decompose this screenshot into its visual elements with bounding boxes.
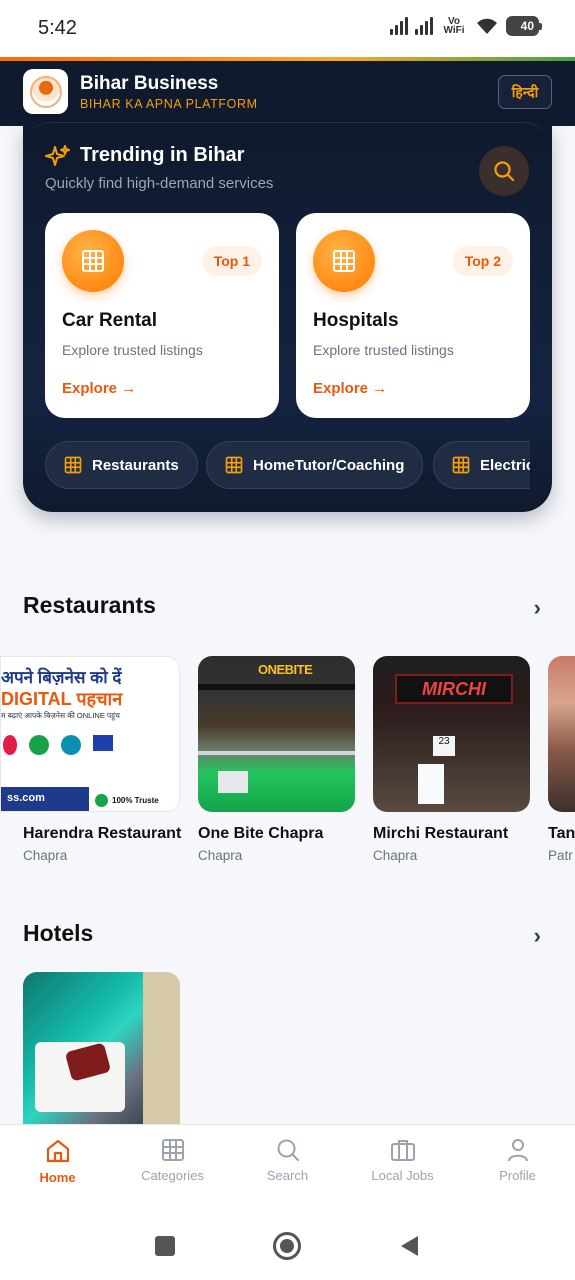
status-bar: 5:42 Vo WiFi 40 (0, 0, 575, 58)
trending-search-button[interactable] (479, 146, 529, 196)
explore-link[interactable]: Explore → (62, 380, 136, 397)
app-subtitle: BIHAR KA APNA PLATFORM (80, 97, 258, 111)
nav-home[interactable]: Home (0, 1125, 115, 1208)
battery-level: 40 (520, 19, 534, 33)
status-time: 5:42 (38, 17, 77, 39)
hotels-section-title: Hotels (23, 920, 94, 946)
restaurant-name: Harendra Restaurant (23, 825, 182, 842)
explore-link[interactable]: Explore → (313, 380, 387, 397)
trending-card-hospitals[interactable]: Top 2 Hospitals Explore trusted listings… (296, 213, 530, 418)
nav-label: Home (39, 1170, 76, 1185)
nav-profile[interactable]: Profile (460, 1125, 575, 1208)
restaurant-card[interactable]: अपने बिज़नेस को दें DIGITAL पहचान म बढ़ा… (0, 656, 182, 863)
grid-icon (452, 456, 470, 474)
battery-icon: 40 (506, 16, 542, 36)
recent-apps-icon[interactable] (155, 1236, 175, 1256)
trending-card-desc: Explore trusted listings (313, 342, 454, 358)
trending-card-desc: Explore trusted listings (62, 342, 203, 358)
promo-line-3: म बढ़ाएं आपके बिज़नेस की ONLINE पहुंच (1, 711, 120, 720)
promo-domain: ss.com (1, 787, 89, 811)
chip-electric[interactable]: Electric (433, 441, 530, 489)
bottom-nav: Home Categories Search Local Jobs Profil… (0, 1124, 575, 1208)
user-icon (507, 1139, 528, 1162)
app-header: Bihar Business BIHAR KA APNA PLATFORM हि… (0, 61, 575, 126)
promo-trust: 100% Truste (112, 796, 159, 805)
trending-panel: Trending in Bihar Quickly find high-dema… (23, 122, 552, 512)
sparkle-icon (45, 145, 70, 166)
grid-icon (225, 456, 243, 474)
restaurant-name: Tan (548, 825, 575, 842)
nav-categories[interactable]: Categories (115, 1125, 230, 1208)
rank-badge: Top 2 (452, 246, 513, 276)
restaurant-card[interactable]: Tan Patr (548, 656, 575, 863)
chip-hometutor[interactable]: HomeTutor/Coaching (206, 441, 424, 489)
restaurant-city: Patr (548, 848, 573, 863)
grid-icon (62, 230, 124, 292)
nav-label: Search (266, 1168, 309, 1183)
signal-icon (390, 17, 408, 35)
restaurant-card[interactable]: ONEBITE One Bite Chapra Chapra (198, 656, 355, 863)
restaurant-image-partial (548, 656, 575, 812)
promo-line-2: DIGITAL पहचान (1, 689, 123, 709)
grid-icon (161, 1139, 184, 1161)
nav-label: Profile (499, 1168, 536, 1183)
restaurant-city: Chapra (373, 848, 418, 863)
restaurant-card[interactable]: MIRCHI 23 Mirchi Restaurant Chapra (373, 656, 530, 863)
app-title: Bihar Business (80, 73, 219, 94)
trending-title: Trending in Bihar (80, 144, 245, 166)
rank-badge: Top 1 (201, 246, 262, 276)
nav-search[interactable]: Search (230, 1125, 345, 1208)
trending-card-name: Car Rental (62, 310, 158, 331)
system-navigation-bar (0, 1208, 575, 1280)
nav-label: Categories (141, 1168, 204, 1183)
hotel-card-image[interactable] (23, 972, 180, 1124)
trending-card-name: Hospitals (313, 310, 399, 331)
grid-icon (64, 456, 82, 474)
hotels-see-all-chevron[interactable]: › (534, 923, 541, 949)
restaurant-city: Chapra (23, 848, 68, 863)
restaurant-name: Mirchi Restaurant (373, 825, 509, 842)
trending-subtitle: Quickly find high-demand services (45, 175, 274, 192)
restaurant-city: Chapra (198, 848, 243, 863)
app-logo (23, 69, 68, 114)
chip-restaurants[interactable]: Restaurants (45, 441, 198, 489)
status-icons: Vo WiFi 40 (390, 16, 542, 36)
restaurants-see-all-chevron[interactable]: › (534, 595, 541, 621)
vowifi-label: Vo WiFi (443, 16, 465, 36)
restaurant-image-promo: अपने बिज़नेस को दें DIGITAL पहचान म बढ़ा… (0, 656, 180, 812)
grid-icon (313, 230, 375, 292)
back-icon[interactable] (398, 1234, 420, 1258)
home-system-icon[interactable] (273, 1232, 301, 1260)
chip-label: Restaurants (92, 456, 179, 474)
signal-icon-2 (415, 17, 433, 35)
search-icon (494, 161, 515, 182)
chip-label: Electric (480, 456, 530, 474)
nav-local-jobs[interactable]: Local Jobs (345, 1125, 460, 1208)
home-icon (46, 1139, 69, 1163)
promo-line-1: अपने बिज़नेस को दें (1, 668, 122, 687)
restaurant-name: One Bite Chapra (198, 825, 324, 842)
briefcase-icon (390, 1140, 415, 1161)
nav-label: Local Jobs (371, 1168, 434, 1183)
chip-label: HomeTutor/Coaching (253, 456, 405, 474)
onebite-sign: ONEBITE (258, 662, 313, 677)
restaurant-image-mirchi: MIRCHI 23 (373, 656, 530, 812)
restaurants-section-title: Restaurants (23, 592, 156, 618)
trending-card-car-rental[interactable]: Top 1 Car Rental Explore trusted listing… (45, 213, 279, 418)
category-chips: Restaurants HomeTutor/Coaching Electric (45, 441, 530, 491)
wifi-icon (477, 18, 497, 34)
search-icon (277, 1139, 299, 1161)
language-toggle-button[interactable]: हिन्दी (498, 75, 552, 109)
mirchi-sign: MIRCHI (395, 674, 513, 704)
restaurant-image-onebite: ONEBITE (198, 656, 355, 812)
